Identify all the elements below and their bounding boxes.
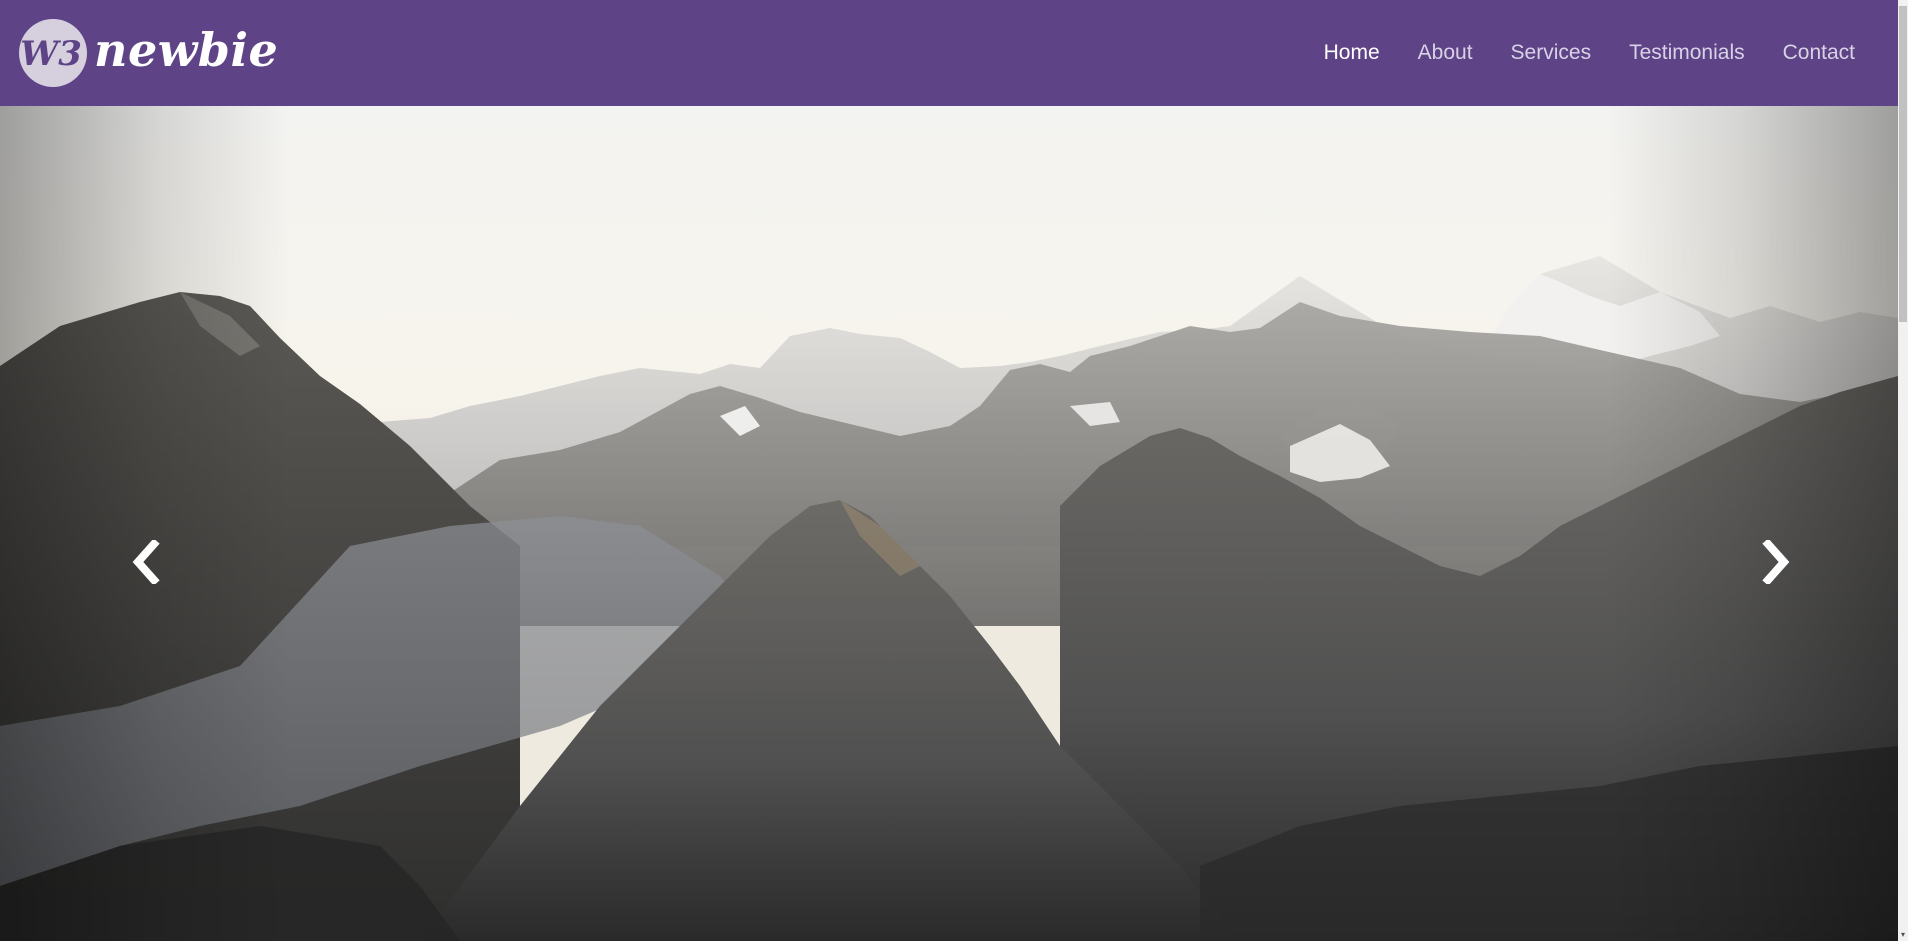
hero-carousel (0, 106, 1898, 941)
carousel-prev-button[interactable] (0, 106, 290, 941)
nav-home-link[interactable]: Home (1324, 41, 1380, 65)
carousel-next-button[interactable] (1608, 106, 1898, 941)
page-scrollbar[interactable]: ▾ (1898, 0, 1908, 941)
nav-contact-link[interactable]: Contact (1783, 41, 1855, 65)
chevron-left-icon (132, 540, 160, 584)
nav-services-link[interactable]: Services (1511, 41, 1592, 65)
chevron-right-icon (1762, 540, 1790, 584)
nav-about-link[interactable]: About (1418, 41, 1473, 65)
scroll-down-arrow-icon[interactable]: ▾ (1899, 931, 1907, 939)
page: W3 newbie Home About Services Testimonia… (0, 0, 1908, 941)
svg-text:W3: W3 (20, 34, 82, 74)
nav-testimonials-link[interactable]: Testimonials (1629, 41, 1745, 65)
w3-circle-logo-icon: W3 (19, 19, 87, 87)
brand-link[interactable]: W3 newbie (18, 0, 278, 106)
scrollbar-thumb[interactable] (1899, 6, 1907, 322)
brand-name: newbie (94, 23, 279, 77)
main-nav: Home About Services Testimonials Contact (1286, 0, 1855, 106)
top-navbar: W3 newbie Home About Services Testimonia… (0, 0, 1898, 106)
